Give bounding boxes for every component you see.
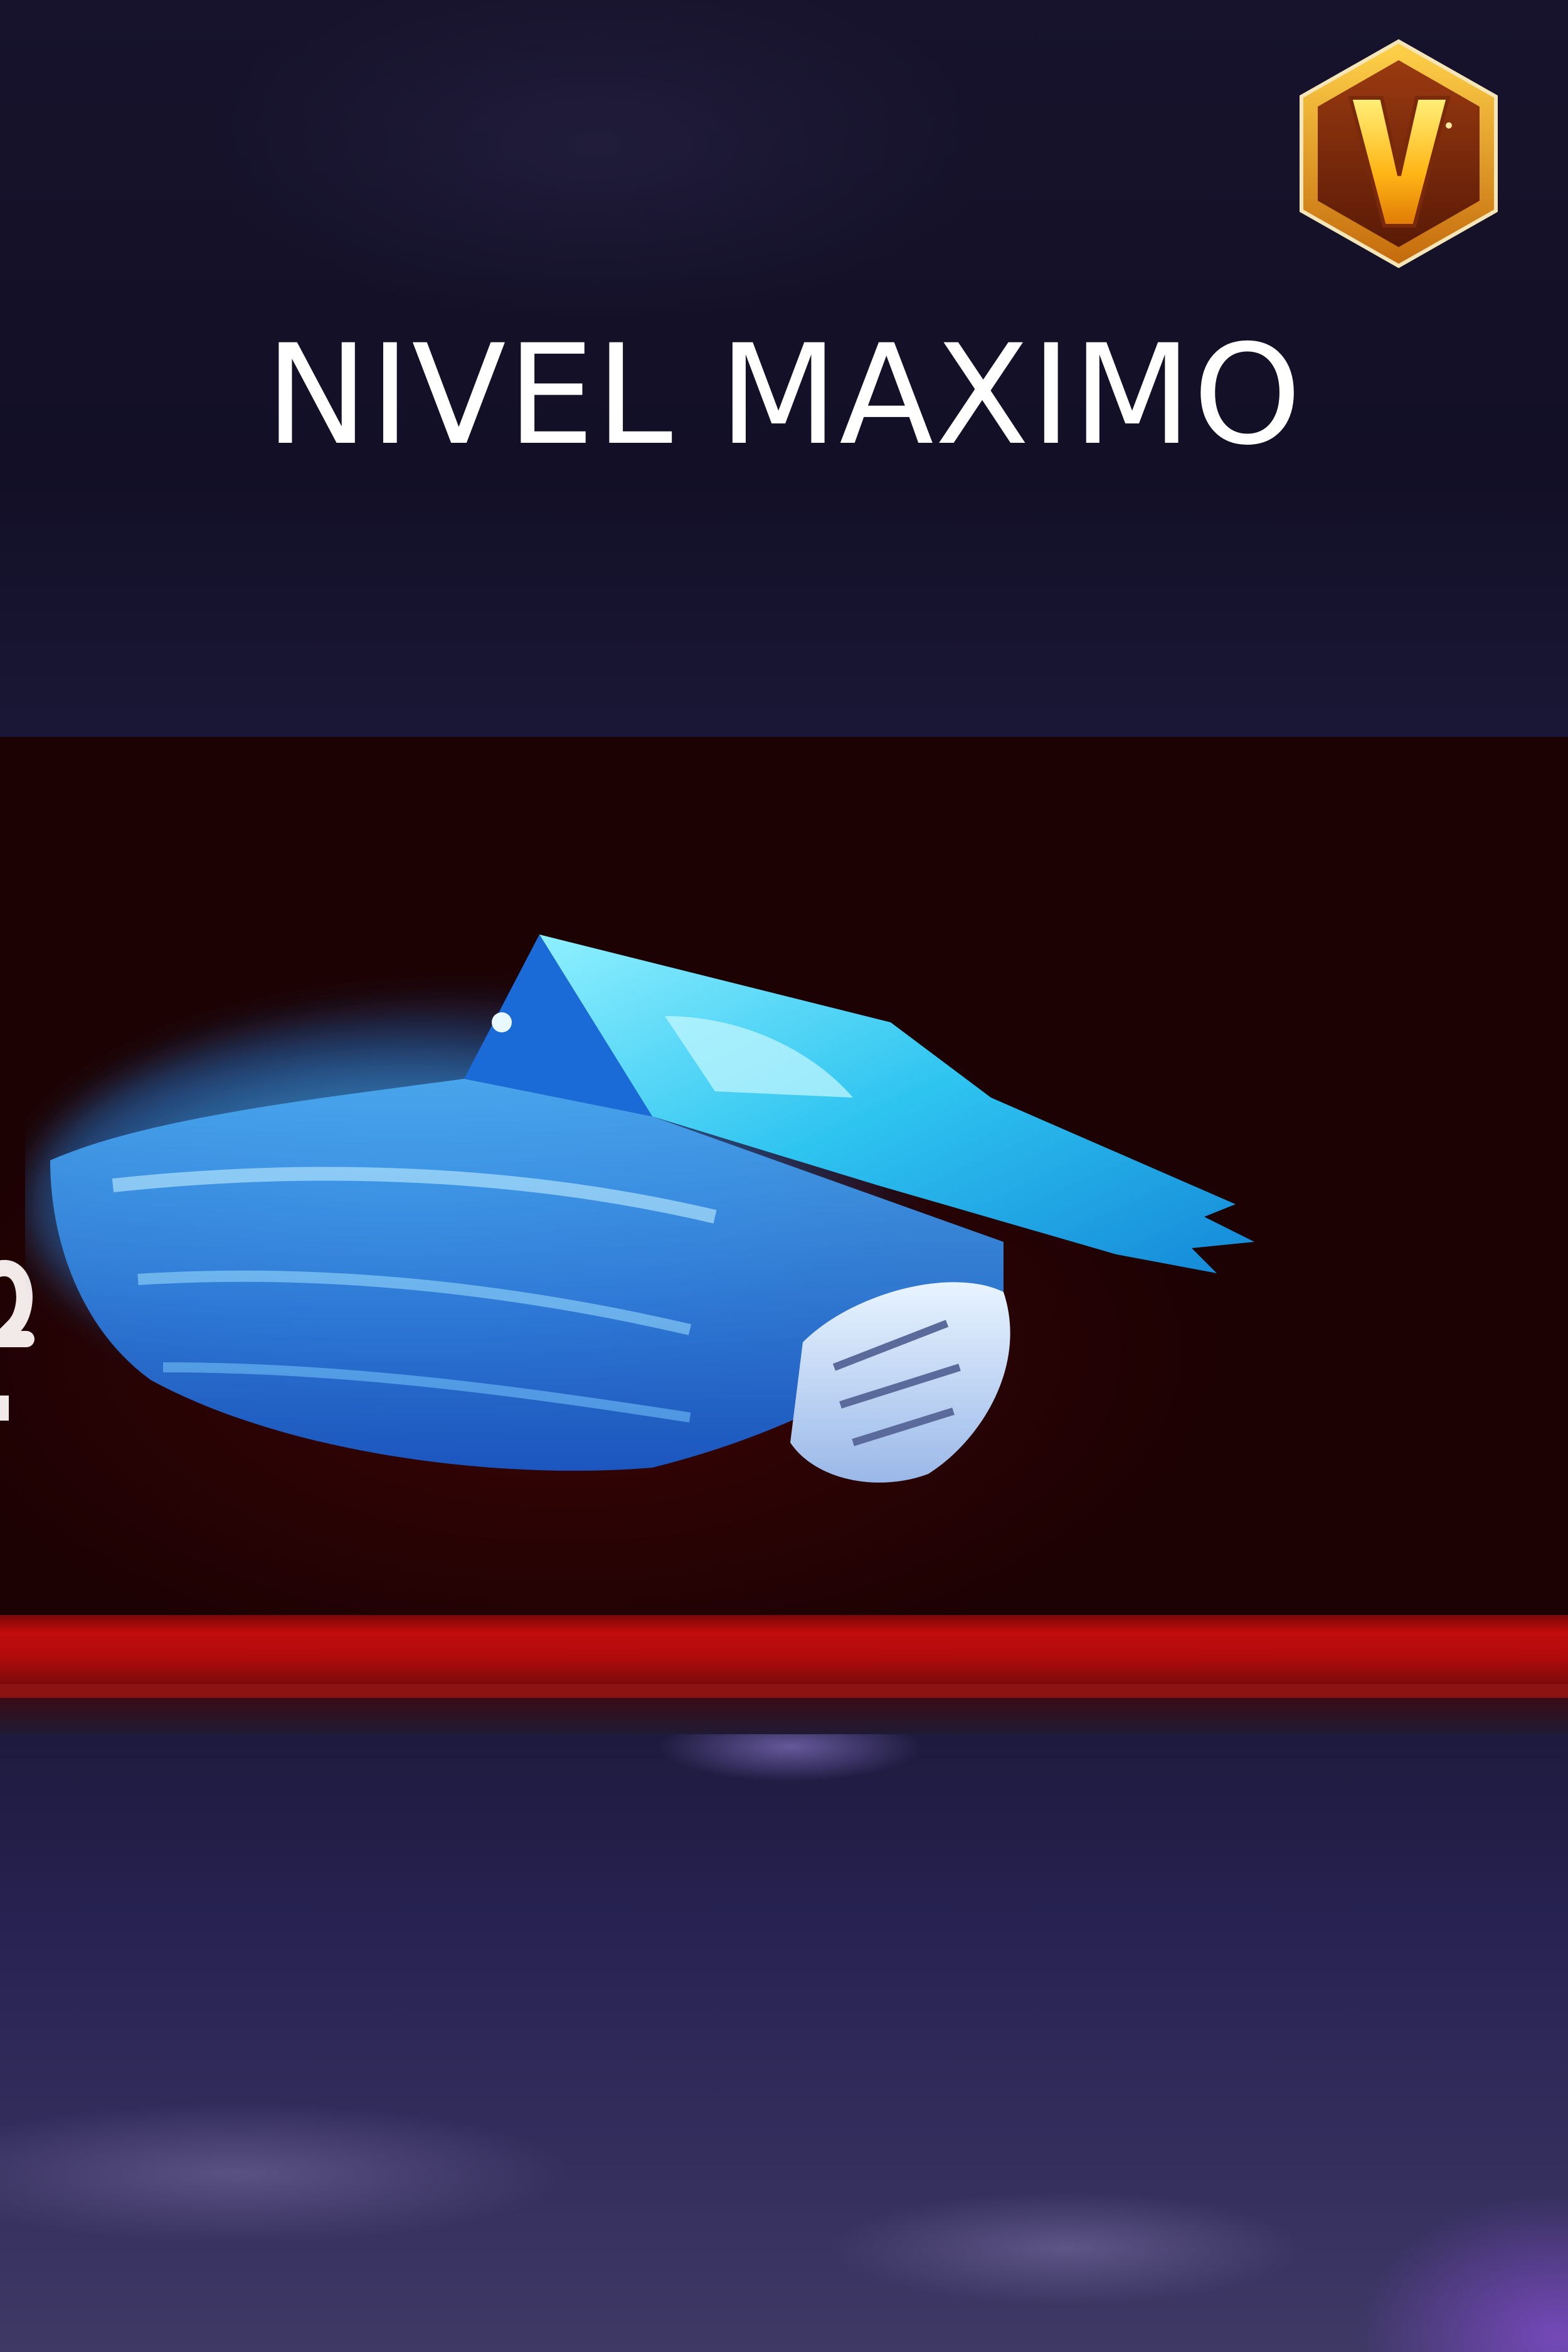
banner-stripe-lower — [0, 1684, 1568, 1698]
footer-background — [0, 1734, 1568, 2352]
game-screen: NIVEL MAXIMO — [0, 0, 1568, 2352]
banner-stripe — [0, 1615, 1568, 1684]
header-area: NIVEL MAXIMO — [0, 0, 1568, 737]
page-title: NIVEL MAXIMO — [265, 315, 1303, 475]
banner-bottom-edge — [0, 1698, 1568, 1734]
blue-flame-gloves-icon — [25, 891, 1380, 1543]
v-badge-icon — [1295, 38, 1502, 270]
